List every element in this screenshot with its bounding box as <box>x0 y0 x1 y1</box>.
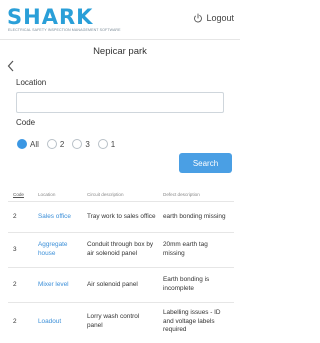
table-header: Code Location Circuit description Defect… <box>8 188 234 202</box>
table-row[interactable]: 3 Aggregate house Conduit through box by… <box>8 233 234 268</box>
code-radio-3[interactable]: 3 <box>72 139 90 149</box>
radio-label: All <box>30 139 39 149</box>
app-header: SHARK ELECTRICAL SAFETY INSPECTION MANAG… <box>0 0 240 40</box>
location-label: Location <box>16 78 47 87</box>
cell-defect: 20mm earth tag missing <box>163 241 208 257</box>
search-button[interactable]: Search <box>179 153 232 173</box>
shark-logo[interactable]: SHARK ELECTRICAL SAFETY INSPECTION MANAG… <box>7 5 121 36</box>
cell-location-link[interactable]: Aggregate house <box>34 241 82 258</box>
radio-label: 3 <box>85 139 90 149</box>
page-title: Nepicar park <box>93 46 147 57</box>
header-circuit: Circuit description <box>87 192 124 197</box>
radio-circle <box>17 139 27 149</box>
cell-location-link[interactable]: Loadout <box>34 318 82 327</box>
header-code[interactable]: Code <box>8 192 34 197</box>
radio-circle <box>46 139 57 149</box>
cell-circuit: Air solenoid panel <box>87 280 138 288</box>
cell-circuit: Lorry wash control panel <box>87 313 140 329</box>
table-row[interactable]: 2 Sales office Tray work to sales office… <box>8 202 234 233</box>
code-radio-2[interactable]: 2 <box>46 139 65 149</box>
cell-location-link[interactable]: Mixer level <box>34 281 82 290</box>
logout-button[interactable]: Logout <box>193 13 234 23</box>
radio-label: 1 <box>110 139 116 149</box>
cell-code: 3 <box>13 245 17 253</box>
radio-label: 2 <box>59 139 65 149</box>
table-row[interactable]: 2 Mixer level Air solenoid panel Earth b… <box>8 268 234 303</box>
table-row[interactable]: 2 Loadout Lorry wash control panel Label… <box>8 303 234 341</box>
cell-location-link[interactable]: Sales office <box>34 213 82 222</box>
cell-defect: earth bonding missing <box>163 212 226 220</box>
cell-code: 2 <box>13 212 17 220</box>
cell-code: 2 <box>13 317 17 325</box>
cell-defect: Earth bonding is incomplete <box>163 276 210 292</box>
location-input[interactable] <box>16 92 224 113</box>
logout-label: Logout <box>206 13 234 23</box>
logo-text: SHARK <box>7 5 94 29</box>
code-radio-group: All 2 3 1 <box>17 139 123 149</box>
logo-tagline: ELECTRICAL SAFETY INSPECTION MANAGEMENT … <box>8 28 121 32</box>
cell-circuit: Conduit through box by air solenoid pane… <box>87 241 154 257</box>
cell-code: 2 <box>13 280 17 288</box>
chevron-left-icon[interactable] <box>7 60 15 72</box>
code-radio-1[interactable]: 1 <box>97 139 116 149</box>
defects-table: Code Location Circuit description Defect… <box>8 188 234 341</box>
radio-circle <box>72 139 83 149</box>
cell-defect: Labelling issues - ID and voltage labels… <box>163 309 221 334</box>
logout-power-icon <box>194 13 203 23</box>
radio-circle <box>97 139 108 149</box>
header-location: Location <box>38 192 56 197</box>
cell-circuit: Tray work to sales office <box>87 212 156 220</box>
code-radio-all[interactable]: All <box>17 139 39 149</box>
code-label: Code <box>16 118 36 127</box>
header-defect: Defect description <box>163 192 200 197</box>
